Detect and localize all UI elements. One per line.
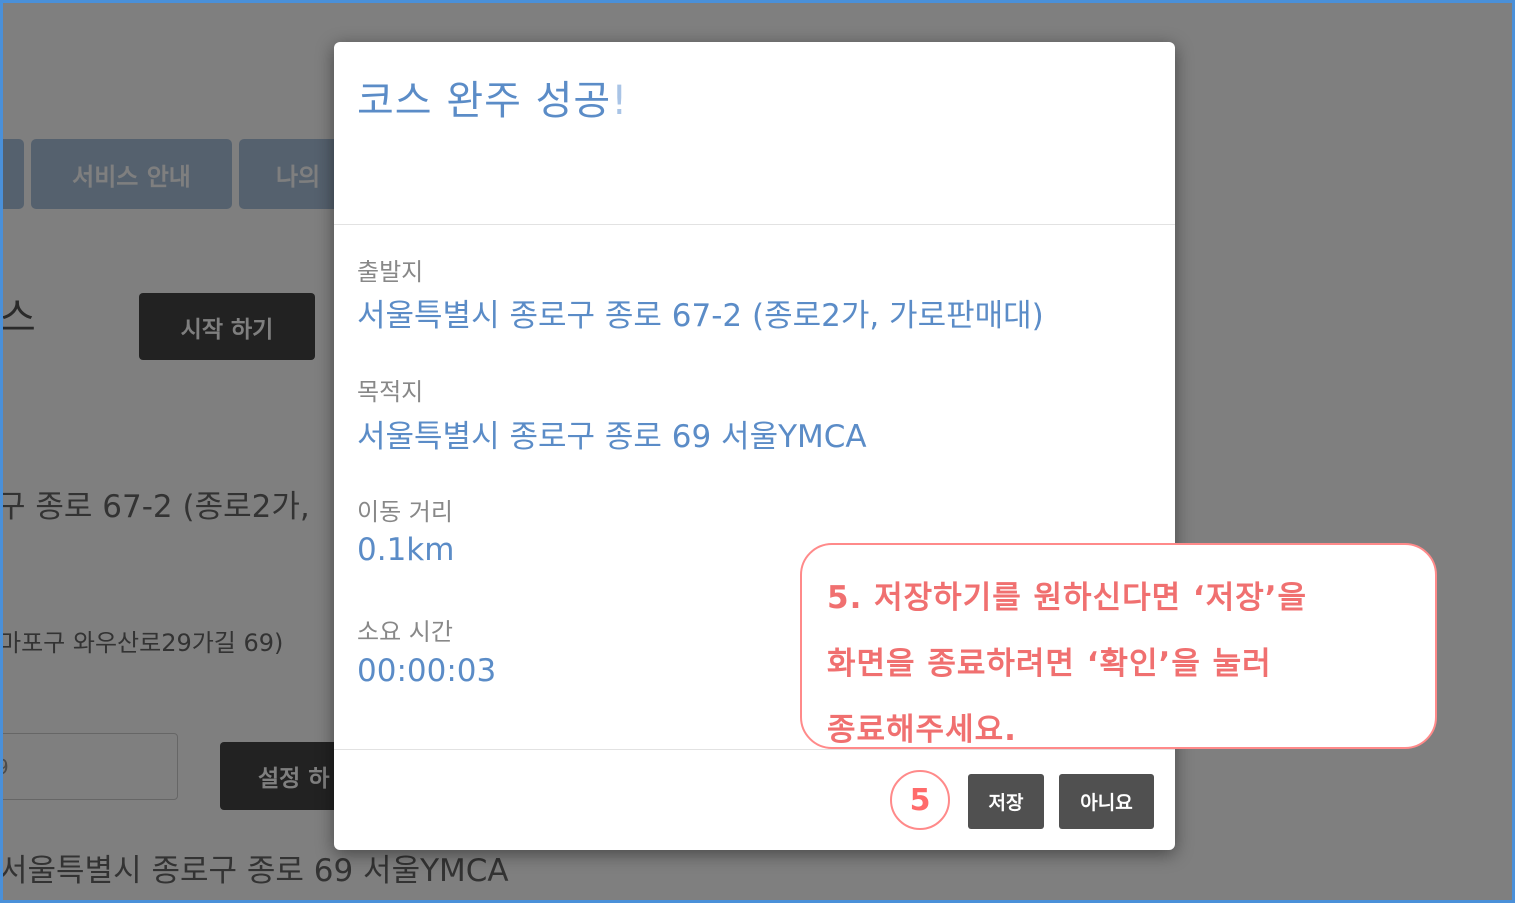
save-button[interactable]: 저장 [968, 774, 1044, 829]
start-value: 서울특별시 종로구 종로 67-2 (종로2가, 가로판매대) [357, 298, 1044, 334]
annotation-callout: 5. 저장하기를 원하신다면 ‘저장’을 화면을 종료하려면 ‘확인’을 눌러 … [800, 543, 1437, 749]
annotation-line: 5. 저장하기를 원하신다면 ‘저장’을 [827, 580, 1308, 616]
modal-title-suffix: ! [611, 78, 629, 124]
screenshot-frame: 서비스 안내 나의 스 시작 하기 구 종로 67-2 (종로2가, 마포구 와… [0, 0, 1515, 903]
start-label: 출발지 [357, 258, 424, 286]
no-button[interactable]: 아니요 [1059, 774, 1154, 829]
destination-value: 서울특별시 종로구 종로 69 서울YMCA [357, 419, 867, 455]
annotation-line: 화면을 종료하려면 ‘확인’을 눌러 [827, 646, 1272, 682]
distance-label: 이동 거리 [357, 498, 453, 526]
modal-header-divider [334, 224, 1175, 225]
annotation-line: 종료해주세요. [827, 712, 1017, 748]
duration-value: 00:00:03 [357, 653, 497, 689]
distance-value: 0.1km [357, 532, 455, 568]
destination-label: 목적지 [357, 378, 424, 406]
modal-title-text: 코스 완주 성공 [357, 78, 612, 124]
modal-title: 코스 완주 성공! [357, 68, 628, 126]
step-number-badge: 5 [890, 770, 950, 830]
duration-label: 소요 시간 [357, 618, 453, 646]
